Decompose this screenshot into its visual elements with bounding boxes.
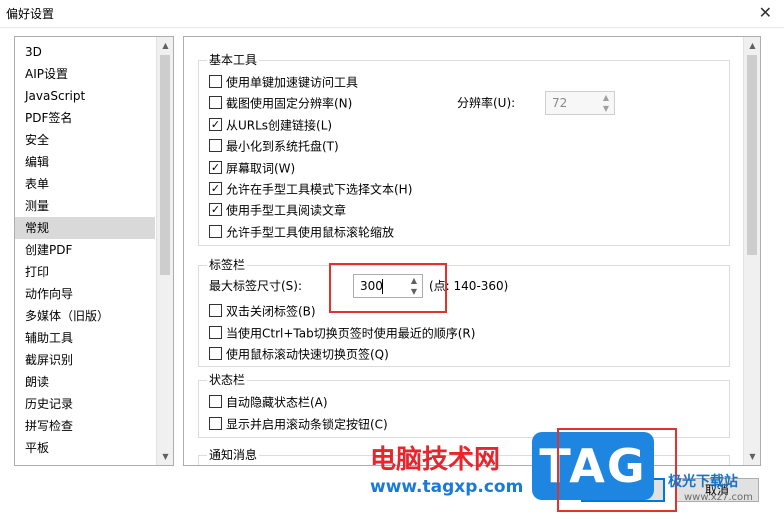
option-checkbox[interactable]: 当使用Ctrl+Tab切换页签时使用最近的顺序(R) — [209, 324, 475, 342]
watermark-url: www.tagxp.com — [370, 477, 524, 497]
checkbox-icon[interactable] — [209, 96, 222, 110]
scrollbar-thumb[interactable] — [160, 55, 170, 275]
checkbox-icon[interactable] — [209, 224, 222, 238]
scroll-up-icon[interactable]: ▲ — [744, 37, 760, 54]
nav-item[interactable]: 截屏识别 — [15, 349, 155, 371]
option-label: 屏幕取词(W) — [226, 161, 296, 176]
checkbox-checked-icon[interactable]: ✓ — [209, 160, 222, 174]
nav-item[interactable]: 历史记录 — [15, 393, 155, 415]
notifications-title: 通知消息 — [207, 448, 260, 462]
option-checkbox[interactable]: 最小化到系统托盘(T) — [209, 137, 339, 155]
nav-item[interactable]: 编辑 — [15, 151, 155, 173]
spin-down-icon: ▼ — [602, 104, 610, 113]
basic-tools-title: 基本工具 — [207, 53, 260, 67]
settings-scrollbar[interactable]: ▲ ▼ — [743, 37, 760, 465]
nav-item[interactable]: 安全 — [15, 129, 155, 151]
option-label: 自动隐藏状态栏(A) — [226, 395, 328, 410]
checkbox-icon[interactable] — [209, 304, 222, 317]
option-label: 显示并启用滚动条锁定按钮(C) — [226, 417, 388, 432]
nav-item[interactable]: 动作向导 — [15, 283, 155, 305]
option-label: 使用单键加速键访问工具 — [226, 75, 359, 90]
resolution-value: 72 — [552, 96, 568, 110]
tab-bar-title: 标签栏 — [207, 258, 248, 272]
option-checkbox[interactable]: ✓ 使用手型工具阅读文章 — [209, 201, 346, 219]
option-checkbox[interactable]: 双击关闭标签(B) — [209, 302, 316, 320]
checkbox-icon[interactable] — [209, 347, 222, 360]
site-name: 极光下载站 — [668, 474, 738, 490]
highlight-box — [329, 263, 447, 313]
watermark-brand: 电脑技术网 — [370, 445, 501, 475]
option-label: 使用鼠标滚动快速切换页签(Q) — [226, 347, 389, 362]
checkbox-icon[interactable] — [209, 325, 222, 339]
option-label: 允许在手型工具模式下选择文本(H) — [226, 182, 413, 197]
option-checkbox[interactable]: 显示并启用滚动条锁定按钮(C) — [209, 415, 388, 433]
scroll-down-icon[interactable]: ▼ — [157, 448, 173, 465]
nav-item[interactable]: 打印 — [15, 261, 155, 283]
nav-item[interactable]: 朗读 — [15, 371, 155, 393]
checkbox-checked-icon[interactable]: ✓ — [209, 182, 222, 195]
option-label: 双击关闭标签(B) — [226, 304, 316, 319]
checkbox-icon[interactable] — [209, 75, 222, 88]
highlight-box-button — [557, 428, 677, 512]
checkbox-checked-icon[interactable]: ✓ — [209, 203, 222, 217]
option-label: 最小化到系统托盘(T) — [226, 139, 339, 154]
nav-item[interactable]: 测量 — [15, 195, 155, 217]
checkbox-icon[interactable] — [209, 417, 222, 430]
option-label: 从URLs创建链接(L) — [226, 118, 333, 133]
nav-item[interactable]: AIP设置 — [15, 63, 155, 85]
window-title: 偏好设置 — [6, 7, 55, 21]
option-checkbox[interactable]: 自动隐藏状态栏(A) — [209, 393, 328, 411]
option-label: 允许手型工具使用鼠标滚轮缩放 — [226, 225, 395, 240]
site-url: www.xz7.com — [684, 492, 753, 503]
scroll-up-icon[interactable]: ▲ — [157, 37, 173, 54]
nav-item[interactable]: 表单 — [15, 173, 155, 195]
settings-panel: 基本工具 使用单键加速键访问工具 截图使用固定分辨率(N) ✓ 从URLs创建链接(L… — [183, 36, 761, 466]
category-list[interactable]: 3D AIP设置 JavaScript PDF签名 安全 编辑 表单 测量 常规 创建PDF 打印动… — [14, 36, 174, 466]
checkbox-icon[interactable] — [209, 139, 222, 153]
option-checkbox[interactable]: ✓ 允许在手型工具模式下选择文本(H) — [209, 180, 412, 198]
category-scrollbar[interactable]: ▲ ▼ — [156, 37, 173, 465]
nav-item[interactable]: 创建PDF — [15, 239, 155, 261]
option-checkbox[interactable]: 使用鼠标滚动快速切换页签(Q) — [209, 345, 389, 363]
scroll-down-icon[interactable]: ▼ — [744, 448, 760, 465]
tab-bar-group: 标签栏 最大标签尺寸(S): 300 ▲ ▼ (点: 140-360) 双击关闭… — [198, 258, 730, 367]
option-label: 截图使用固定分辨率(N) — [226, 96, 353, 111]
checkbox-icon[interactable] — [209, 395, 222, 408]
nav-item[interactable]: 辅助工具 — [15, 327, 155, 349]
nav-item[interactable]: PDF签名 — [15, 107, 155, 129]
nav-item[interactable]: 平板 — [15, 437, 155, 459]
spin-up-icon: ▲ — [602, 93, 610, 102]
nav-item[interactable]: 拼写检查 — [15, 415, 155, 437]
nav-item[interactable]: JavaScript — [15, 85, 155, 107]
nav-item[interactable]: 3D — [15, 41, 155, 63]
nav-item[interactable]: 常规 — [15, 217, 155, 239]
option-checkbox[interactable]: 截图使用固定分辨率(N) — [209, 94, 352, 112]
title-bar: 偏好设置 ✕ — [0, 0, 784, 28]
nav-item[interactable]: 多媒体（旧版） — [15, 305, 155, 327]
basic-tools-group: 基本工具 使用单键加速键访问工具 截图使用固定分辨率(N) ✓ 从URLs创建链接(L… — [198, 53, 730, 246]
close-icon[interactable]: ✕ — [759, 4, 772, 22]
checkbox-checked-icon[interactable]: ✓ — [209, 117, 222, 131]
option-checkbox[interactable]: 使用单键加速键访问工具 — [209, 73, 358, 91]
option-label: 使用手型工具阅读文章 — [226, 203, 347, 218]
resolution-label: 分辨率(U): — [457, 96, 516, 110]
scrollbar-thumb[interactable] — [747, 55, 757, 255]
option-checkbox[interactable]: 允许手型工具使用鼠标滚轮缩放 — [209, 223, 394, 241]
option-label: 当使用Ctrl+Tab切换页签时使用最近的顺序(R) — [226, 326, 476, 340]
status-bar-title: 状态栏 — [207, 373, 248, 387]
option-checkbox[interactable]: ✓ 屏幕取词(W) — [209, 159, 295, 177]
resolution-spinner: 72 ▲ ▼ — [545, 91, 615, 115]
option-checkbox[interactable]: ✓ 从URLs创建链接(L) — [209, 116, 332, 134]
max-tab-size-label: 最大标签尺寸(S): — [209, 279, 303, 293]
